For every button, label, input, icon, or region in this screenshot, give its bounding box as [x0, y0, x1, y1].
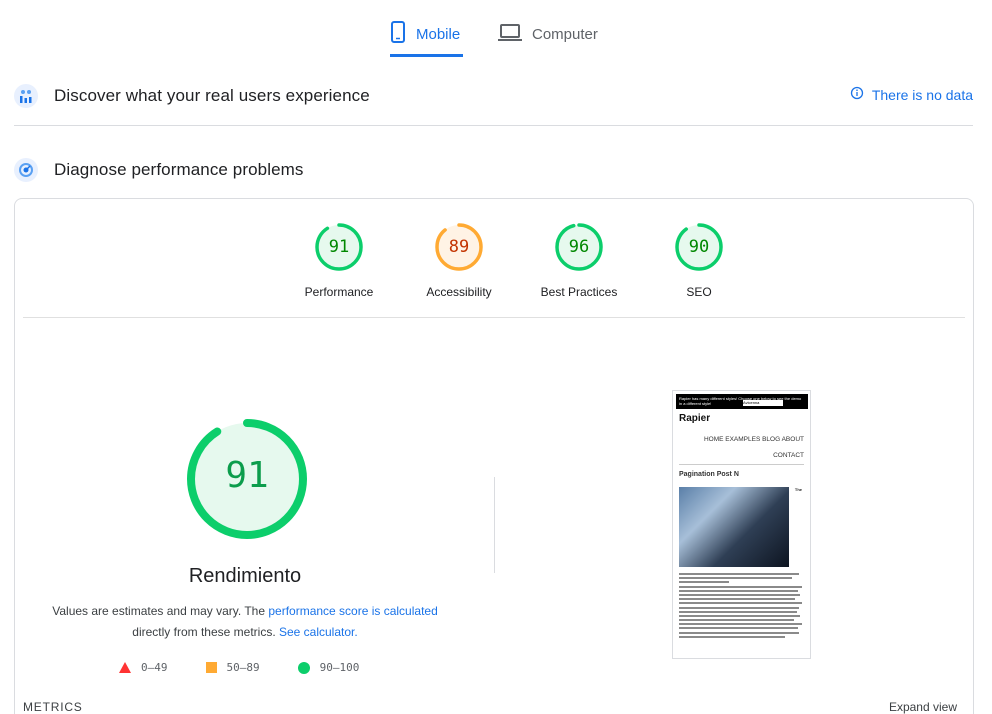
tab-computer[interactable]: Computer [498, 20, 602, 57]
category-gauges: 91 Performance 89 Accessibility 96 Best … [279, 223, 759, 303]
triangle-icon [119, 662, 131, 673]
legend-fail-label: 0–49 [141, 661, 168, 674]
legend-fail: 0–49 [119, 661, 168, 674]
thumb-post-title: Pagination Post N [679, 471, 739, 478]
gauge-performance[interactable]: 91 Performance [279, 223, 399, 299]
thumb-nav: HOME EXAMPLES BLOG ABOUT CONTACT [704, 432, 804, 464]
gauge-accessibility[interactable]: 89 Accessibility [399, 223, 519, 299]
score-disclaimer: Values are estimates and may vary. The p… [35, 601, 455, 643]
device-tabs: Mobile Computer [0, 0, 992, 58]
performance-title: Rendimiento [188, 565, 302, 587]
lighthouse-report-card: 91 Performance 89 Accessibility 96 Best … [14, 198, 974, 714]
square-icon [205, 662, 217, 673]
thumb-divider [679, 464, 804, 465]
thumb-banner: Rapier has many different styles! Choose… [676, 394, 808, 409]
disclaimer-text-2: directly from these metrics. [132, 625, 279, 639]
legend-average-label: 50–89 [226, 661, 260, 674]
thumb-side-text: The [794, 487, 802, 492]
gauge-seo[interactable]: 90 SEO [639, 223, 759, 299]
score-calculation-link[interactable]: performance score is calculated [268, 604, 437, 618]
thumb-photo [679, 487, 789, 567]
gauge-best-practices[interactable]: 96 Best Practices [519, 223, 639, 299]
legend-average: 50–89 [205, 661, 260, 674]
gauge-ring: 89 [435, 223, 483, 271]
gauge-label: Accessibility [426, 285, 492, 299]
performance-score-value: 91 [225, 455, 269, 496]
calculator-link[interactable]: See calculator. [279, 625, 358, 639]
gauge-label: SEO [686, 285, 712, 299]
section-divider [14, 125, 973, 126]
field-data-title: Discover what your real users experience [54, 86, 370, 105]
score-legend: 0–49 50–89 90–100 [119, 661, 359, 674]
field-data-header: Discover what your real users experience… [14, 82, 973, 110]
diagnose-gauge-icon [14, 158, 38, 182]
gauge-label: Best Practices [540, 285, 618, 299]
gauge-score: 90 [688, 237, 710, 257]
lab-data-header: Diagnose performance problems [14, 156, 973, 184]
no-data-link[interactable]: There is no data [850, 86, 973, 103]
phone-icon [390, 20, 406, 48]
tab-mobile[interactable]: Mobile [390, 20, 463, 57]
performance-score-gauge: 91 [185, 417, 309, 541]
gauge-ring: 91 [315, 223, 363, 271]
no-data-label: There is no data [871, 86, 973, 103]
tab-computer-label: Computer [532, 26, 598, 43]
lab-data-title: Diagnose performance problems [54, 160, 304, 179]
gauge-ring: 90 [675, 223, 723, 271]
vertical-divider [494, 477, 495, 573]
gauge-score: 96 [568, 237, 590, 257]
gauge-score: 91 [328, 237, 350, 257]
tab-mobile-label: Mobile [416, 26, 461, 43]
final-screenshot[interactable]: Rapier has many different styles! Choose… [672, 390, 811, 659]
legend-pass-label: 90–100 [319, 661, 360, 674]
disclaimer-text: Values are estimates and may vary. The [52, 604, 269, 618]
thumb-nav-line2: CONTACT [773, 452, 804, 459]
gauge-label: Performance [304, 285, 374, 299]
info-icon [850, 86, 864, 103]
gauges-divider [23, 317, 965, 318]
users-chart-icon [14, 84, 38, 108]
thumb-body-text [679, 573, 804, 640]
legend-pass: 90–100 [297, 661, 360, 674]
laptop-icon [498, 20, 522, 48]
gauge-score: 89 [448, 237, 470, 257]
thumb-nav-line1: HOME EXAMPLES BLOG ABOUT [703, 436, 804, 443]
thumb-brand: Rapier [679, 413, 711, 424]
thumb-style-select: Avicenna [743, 400, 783, 406]
metrics-heading: METRICS [23, 700, 83, 714]
circle-icon [297, 661, 310, 674]
gauge-ring: 96 [555, 223, 603, 271]
expand-view-toggle[interactable]: Expand view [889, 700, 957, 714]
